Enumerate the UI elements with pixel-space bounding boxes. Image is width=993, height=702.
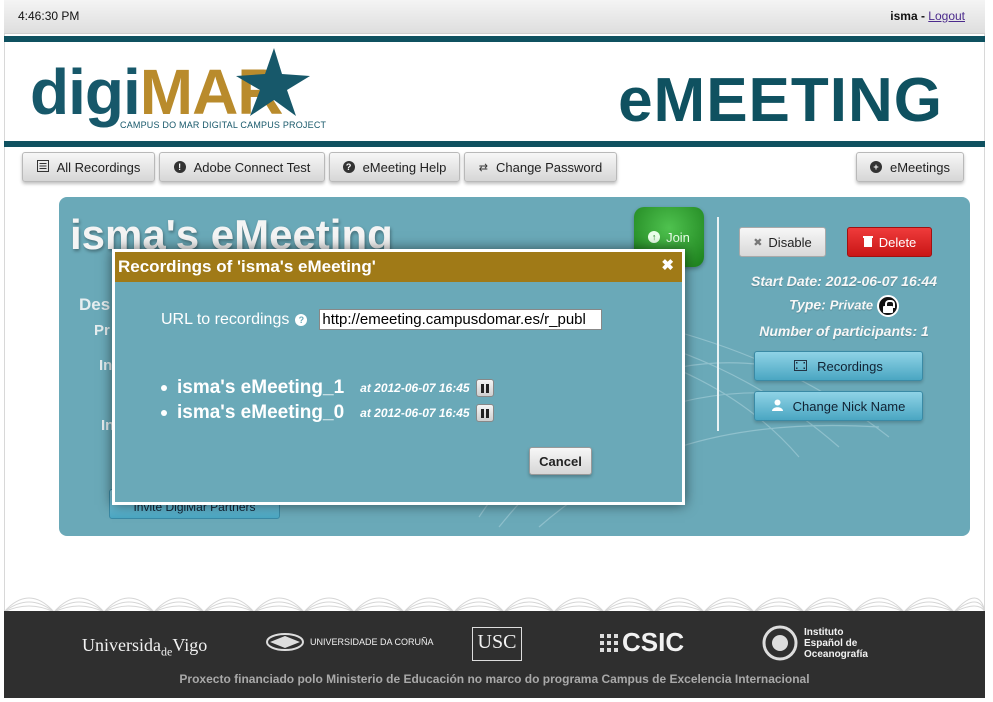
disable-label: Disable bbox=[768, 234, 812, 250]
emeetings-label: eMeetings bbox=[890, 159, 950, 175]
ieo-logo[interactable]: Instituto Español de Oceanografía bbox=[762, 625, 868, 661]
join-arrow-icon: ↑ bbox=[648, 231, 661, 243]
cancel-button[interactable]: Cancel bbox=[529, 447, 592, 475]
bullet-icon bbox=[161, 410, 167, 416]
uvigo-end-text: Vigo bbox=[172, 635, 208, 655]
recordings-button[interactable]: Recordings bbox=[754, 351, 923, 381]
close-icon[interactable]: ✖ bbox=[661, 256, 674, 274]
logout-link[interactable]: Logout bbox=[928, 9, 965, 23]
x-icon: ✖ bbox=[753, 236, 763, 249]
adobe-connect-test-button[interactable]: ! Adobe Connect Test bbox=[159, 152, 325, 182]
udc-emblem-icon bbox=[266, 633, 304, 651]
user-separator: - bbox=[917, 9, 929, 23]
emeeting-help-label: eMeeting Help bbox=[362, 159, 447, 175]
logo-subtitle: CAMPUS DO MAR DIGITAL CAMPUS PROJECT bbox=[120, 120, 327, 130]
adobe-connect-test-label: Adobe Connect Test bbox=[193, 159, 311, 175]
list-icon bbox=[36, 159, 49, 175]
ieo-emblem-icon bbox=[762, 625, 798, 661]
username-text: isma bbox=[890, 9, 918, 23]
top-bar: 4:46:30 PM isma - Logout bbox=[4, 0, 985, 34]
udc-logo[interactable]: UNIVERSIDADE DA CORUÑA bbox=[266, 633, 434, 651]
bullet-icon bbox=[161, 385, 167, 391]
vertical-divider bbox=[717, 217, 719, 431]
modal-title: Recordings of 'isma's eMeeting' bbox=[118, 257, 376, 276]
description-fragment: Des bbox=[79, 295, 111, 314]
private-fragment: Pr bbox=[94, 322, 110, 339]
app-title: eMEETING bbox=[618, 66, 943, 135]
footer-wave-decoration bbox=[4, 580, 985, 612]
recordings-modal: Recordings of 'isma's eMeeting' ✖ URL to… bbox=[112, 249, 685, 505]
csic-emblem-icon bbox=[600, 633, 618, 652]
plus-circle-icon: + bbox=[870, 161, 882, 173]
type-value: Private bbox=[829, 297, 874, 313]
uvigo-logo[interactable]: UniversidadeVigo bbox=[82, 635, 207, 660]
lock-icon bbox=[876, 295, 899, 317]
type-row: Type: Private bbox=[729, 295, 959, 317]
alert-icon: ! bbox=[173, 161, 186, 173]
user-icon bbox=[771, 399, 783, 414]
type-label: Type: bbox=[789, 296, 826, 313]
funding-text: Proxecto financiado polo Ministerio de E… bbox=[179, 672, 810, 686]
modal-header: Recordings of 'isma's eMeeting' ✖ bbox=[115, 252, 682, 282]
csic-text: CSIC bbox=[622, 627, 685, 657]
help-icon: ? bbox=[342, 161, 355, 173]
uvigo-text: Universida bbox=[82, 635, 161, 655]
starfish-icon bbox=[236, 48, 310, 116]
recordings-label: Recordings bbox=[817, 358, 883, 374]
info-fragment-1: In bbox=[99, 357, 113, 374]
disable-button[interactable]: ✖ Disable bbox=[739, 227, 826, 257]
join-label: Join bbox=[666, 229, 690, 245]
recording-name[interactable]: isma's eMeeting_0 bbox=[177, 402, 344, 424]
refresh-icon: ⇄ bbox=[478, 161, 488, 174]
change-nick-name-button[interactable]: Change Nick Name bbox=[754, 391, 923, 421]
ieo-line-1: Instituto bbox=[804, 626, 844, 638]
recording-item: isma's eMeeting_1 at 2012-06-07 16:45 bbox=[161, 377, 494, 399]
footer: UniversidadeVigo UNIVERSIDADE DA CORUÑA … bbox=[4, 611, 985, 698]
participants-text: Number of participants: 1 bbox=[759, 323, 929, 339]
url-label: URL to recordings bbox=[161, 310, 290, 328]
recording-date: at 2012-06-07 16:45 bbox=[360, 381, 470, 395]
logo-prefix: digi bbox=[30, 56, 141, 128]
help-icon[interactable]: ? bbox=[295, 313, 308, 326]
ieo-line-3: Oceanografía bbox=[804, 648, 868, 660]
recording-item: isma's eMeeting_0 at 2012-06-07 16:45 bbox=[161, 402, 494, 424]
change-password-button[interactable]: ⇄ Change Password bbox=[464, 152, 617, 182]
header-band-bottom bbox=[4, 141, 985, 147]
recordings-url-input[interactable] bbox=[319, 309, 603, 330]
start-date-text: Start Date: 2012-06-07 16:44 bbox=[751, 273, 937, 289]
usc-logo[interactable]: USC bbox=[472, 627, 522, 661]
udc-text: UNIVERSIDADE DA CORUÑA bbox=[310, 637, 434, 647]
all-recordings-button[interactable]: All Recordings bbox=[22, 152, 155, 182]
film-icon bbox=[794, 359, 808, 374]
change-password-label: Change Password bbox=[495, 159, 603, 175]
user-info: isma - Logout bbox=[890, 9, 965, 23]
all-recordings-label: All Recordings bbox=[56, 159, 141, 175]
digimar-logo[interactable]: digiMAR CAMPUS DO MAR DIGITAL CAMPUS PRO… bbox=[30, 46, 360, 136]
uvigo-de-text: de bbox=[160, 644, 173, 659]
change-nick-name-label: Change Nick Name bbox=[792, 398, 906, 414]
emeetings-button[interactable]: + eMeetings bbox=[856, 152, 964, 182]
ieo-text: Instituto Español de Oceanografía bbox=[804, 627, 868, 660]
usc-text: USC bbox=[477, 631, 517, 653]
pause-icon[interactable] bbox=[475, 379, 494, 397]
emeeting-help-button[interactable]: ? eMeeting Help bbox=[329, 152, 460, 182]
delete-label: Delete bbox=[878, 234, 917, 250]
ieo-line-2: Español de bbox=[804, 637, 858, 649]
recording-date: at 2012-06-07 16:45 bbox=[360, 406, 470, 420]
pause-icon[interactable] bbox=[475, 404, 494, 422]
recording-name[interactable]: isma's eMeeting_1 bbox=[177, 377, 344, 399]
delete-button[interactable]: Delete bbox=[847, 227, 932, 257]
trash-icon bbox=[862, 235, 873, 250]
csic-logo[interactable]: CSIC bbox=[600, 627, 684, 658]
header-band-top bbox=[4, 36, 985, 42]
clock-text: 4:46:30 PM bbox=[18, 9, 80, 23]
url-row: URL to recordings ? bbox=[161, 309, 603, 330]
